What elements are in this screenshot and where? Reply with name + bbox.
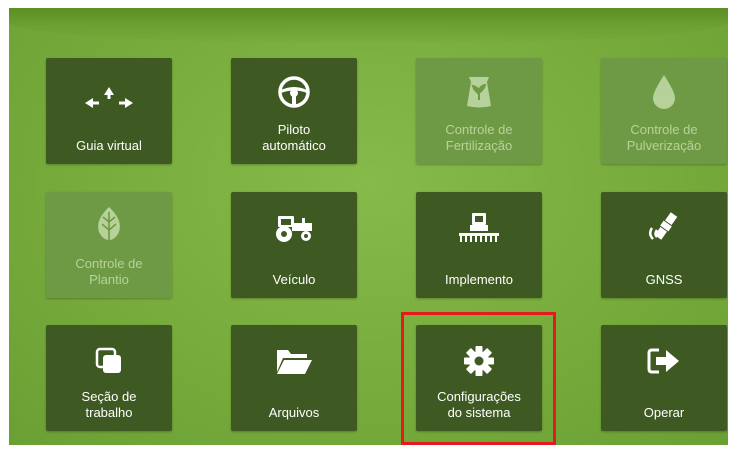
header-band bbox=[9, 8, 728, 44]
tile-label: Arquivos bbox=[268, 405, 320, 420]
guia-virtual-button[interactable]: Guia virtual bbox=[46, 58, 172, 164]
tile-label: Controle de Pulverização bbox=[626, 122, 702, 153]
implement-icon bbox=[416, 208, 542, 248]
tile-label: Implemento bbox=[445, 272, 513, 287]
secao-trabalho-button[interactable]: Seção de trabalho bbox=[46, 325, 172, 431]
controle-fertilizacao-button[interactable]: Controle de Fertilização bbox=[416, 58, 542, 164]
tile-label: Controle de Fertilização bbox=[445, 122, 513, 153]
tile-label: Seção de trabalho bbox=[81, 389, 137, 420]
steering-wheel-icon bbox=[231, 72, 357, 112]
satellite-icon bbox=[601, 208, 727, 248]
veiculo-button[interactable]: Veículo bbox=[231, 192, 357, 298]
controle-plantio-button[interactable]: Controle de Plantio bbox=[46, 192, 172, 298]
arquivos-button[interactable]: Arquivos bbox=[231, 325, 357, 431]
tractor-icon bbox=[231, 208, 357, 248]
operar-button[interactable]: Operar bbox=[601, 325, 727, 431]
implemento-button[interactable]: Implemento bbox=[416, 192, 542, 298]
tile-label: Controle de Plantio bbox=[75, 256, 143, 287]
tile-label: Operar bbox=[643, 405, 685, 420]
controle-pulverizacao-button[interactable]: Controle de Pulverização bbox=[601, 58, 727, 164]
piloto-automatico-button[interactable]: Piloto automático bbox=[231, 58, 357, 164]
droplet-icon bbox=[601, 72, 727, 112]
folder-icon bbox=[231, 341, 357, 381]
tile-label: Veículo bbox=[272, 272, 316, 287]
tile-label: Guia virtual bbox=[76, 138, 142, 153]
gnss-button[interactable]: GNSS bbox=[601, 192, 727, 298]
configuracoes-sistema-button[interactable]: Configurações do sistema bbox=[416, 325, 542, 431]
tile-label: Piloto automático bbox=[262, 122, 326, 153]
exit-arrow-icon bbox=[601, 341, 727, 381]
leaf-icon bbox=[46, 206, 172, 246]
sections-icon bbox=[46, 341, 172, 381]
tile-label: GNSS bbox=[645, 272, 683, 287]
fertilizer-bag-icon bbox=[416, 72, 542, 112]
arrows-icon bbox=[46, 80, 172, 120]
app-screen: Guia virtual Piloto automático Controle … bbox=[9, 8, 728, 445]
tile-label: Configurações do sistema bbox=[437, 389, 521, 420]
gear-icon bbox=[416, 341, 542, 381]
